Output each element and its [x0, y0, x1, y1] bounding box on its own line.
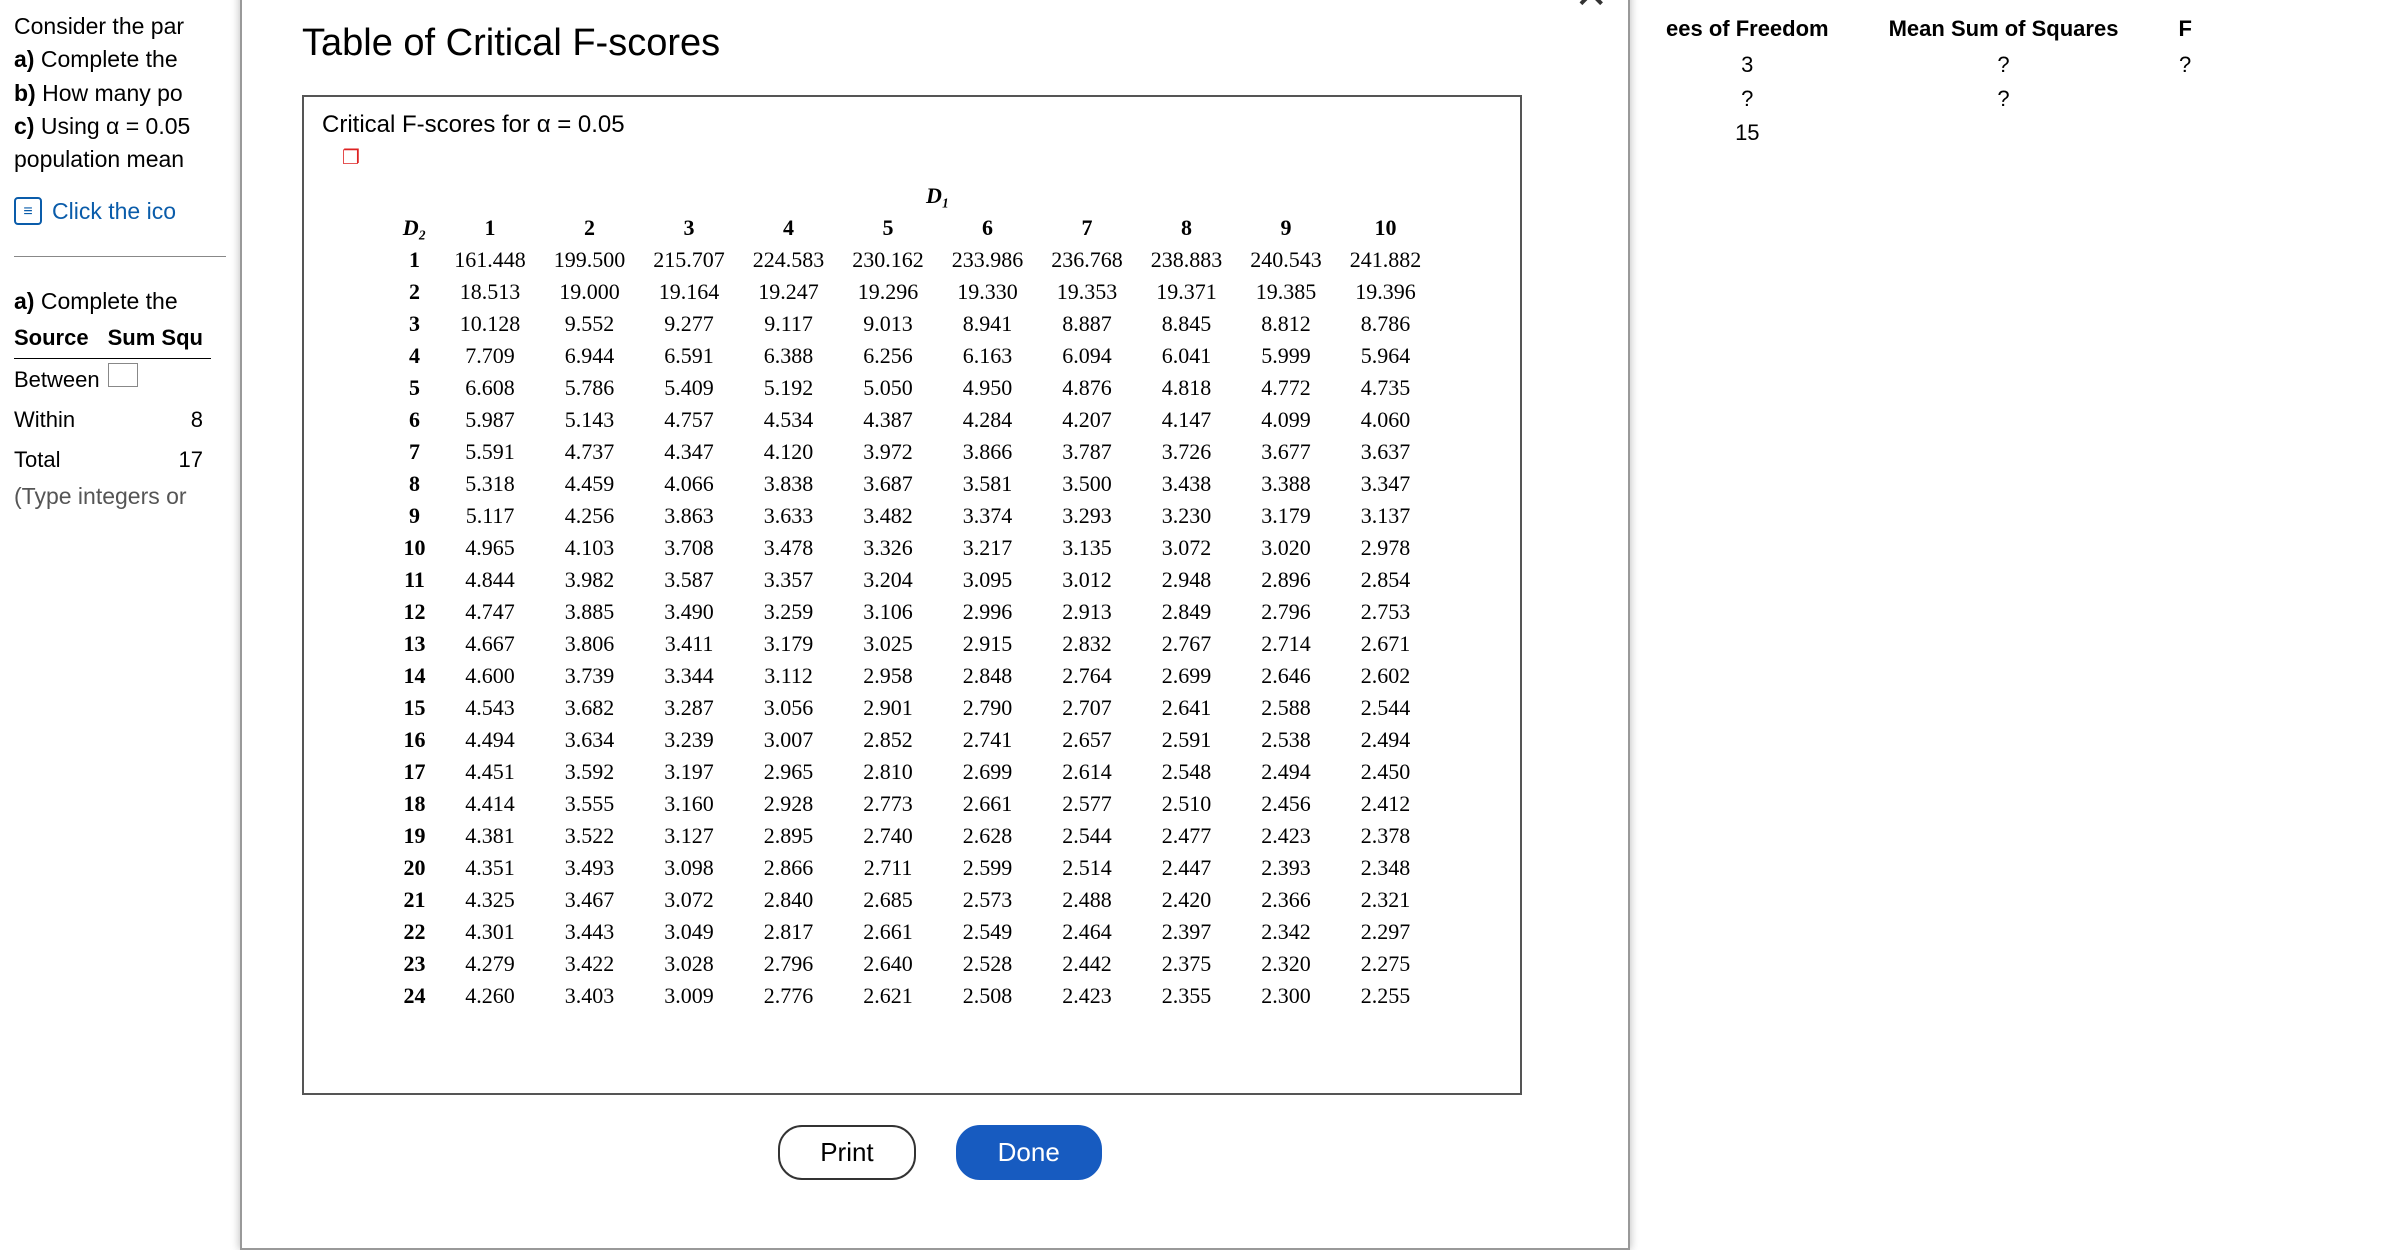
f-col-header: 1	[440, 212, 540, 244]
close-icon[interactable]: ✕	[1574, 0, 1608, 18]
anova-row-between: Between	[14, 359, 211, 400]
f-table-card: Critical F-scores for α = 0.05 ❐ D₁ D₂12…	[302, 95, 1522, 1095]
right-anova-row: 3??	[1636, 48, 2222, 82]
anova-row-within: Within 8	[14, 400, 211, 440]
question-part-a: a) Complete the	[14, 43, 226, 76]
f-col-header: 6	[938, 212, 1038, 244]
f-col-header: 7	[1037, 212, 1137, 244]
f-col-header: 8	[1137, 212, 1237, 244]
f-table-row: 244.2603.4033.0092.7762.6212.5082.4232.3…	[389, 980, 1436, 1012]
f-table-row: 95.1174.2563.8633.6333.4823.3743.2933.23…	[389, 500, 1436, 532]
f-table-row: 134.6673.8063.4113.1793.0252.9152.8322.7…	[389, 628, 1436, 660]
question-part-c: c) Using α = 0.05	[14, 110, 226, 143]
right-anova-row: 15	[1636, 116, 2222, 150]
f-table-row: 164.4943.6343.2393.0072.8522.7412.6572.5…	[389, 724, 1436, 756]
f-col-header: 5	[838, 212, 938, 244]
f-table-row: 104.9654.1033.7083.4783.3263.2173.1353.0…	[389, 532, 1436, 564]
f-table-row: 85.3184.4594.0663.8383.6873.5813.5003.43…	[389, 468, 1436, 500]
anova-header-source: Source	[14, 318, 108, 358]
anova-input-between[interactable]	[108, 363, 138, 387]
f-table-row: 47.7096.9446.5916.3886.2566.1636.0946.04…	[389, 340, 1436, 372]
modal-buttons: Print Done	[302, 1125, 1578, 1180]
f-col-header: 3	[639, 212, 739, 244]
f-table-row: 310.1289.5529.2779.1179.0138.9418.8878.8…	[389, 308, 1436, 340]
f-table-row: 144.6003.7393.3443.1122.9582.8482.7642.6…	[389, 660, 1436, 692]
right-header-f: F	[2148, 10, 2221, 48]
question-intro: Consider the par	[14, 10, 226, 43]
f-table-row: 56.6085.7865.4095.1925.0504.9504.8764.81…	[389, 372, 1436, 404]
right-anova-row: ??	[1636, 82, 2222, 116]
right-header-df: ees of Freedom	[1636, 10, 1859, 48]
f-score-table: D₁ D₂12345678910 1161.448199.500215.7072…	[389, 180, 1436, 1012]
f-table-row: 234.2793.4223.0282.7962.6402.5282.4422.3…	[389, 948, 1436, 980]
modal-title: Table of Critical F-scores	[302, 22, 1578, 65]
part-a-repeat: a) Complete the	[14, 285, 226, 318]
d2-label: D₂	[389, 212, 441, 244]
f-table-row: 124.7473.8853.4903.2593.1062.9962.9132.8…	[389, 596, 1436, 628]
f-table-caption: Critical F-scores for α = 0.05	[322, 111, 1502, 139]
f-table-row: 224.3013.4433.0492.8172.6612.5492.4642.3…	[389, 916, 1436, 948]
f-table-row: 174.4513.5923.1972.9652.8102.6992.6142.5…	[389, 756, 1436, 788]
f-table-row: 1161.448199.500215.707224.583230.162233.…	[389, 244, 1436, 276]
f-table-row: 154.5433.6823.2873.0562.9012.7902.7072.6…	[389, 692, 1436, 724]
question-tail: population mean	[14, 143, 226, 176]
right-anova-panel: ees of Freedom Mean Sum of Squares F 3??…	[1626, 0, 2386, 150]
popout-icon[interactable]: ❐	[342, 145, 1502, 170]
print-button[interactable]: Print	[778, 1125, 915, 1180]
f-col-header: 10	[1336, 212, 1436, 244]
f-table-row: 184.4143.5553.1602.9282.7732.6612.5772.5…	[389, 788, 1436, 820]
f-col-header: 4	[739, 212, 839, 244]
f-table-modal: ✕ Table of Critical F-scores Critical F-…	[240, 0, 1630, 1250]
click-icon-label: Click the ico	[52, 195, 176, 228]
f-table-row: 114.8443.9823.5873.3573.2043.0953.0122.9…	[389, 564, 1436, 596]
anova-table: Source Sum Squ Between Within 8 Total 17	[14, 318, 211, 480]
f-table-row: 75.5914.7374.3474.1203.9723.8663.7873.72…	[389, 436, 1436, 468]
right-header-ms: Mean Sum of Squares	[1859, 10, 2149, 48]
table-icon: ≡	[14, 197, 42, 225]
question-panel: Consider the par a) Complete the b) How …	[0, 0, 240, 523]
f-table-row: 214.3253.4673.0722.8402.6852.5732.4882.4…	[389, 884, 1436, 916]
divider	[14, 256, 226, 257]
f-table-row: 204.3513.4933.0982.8662.7112.5992.5142.4…	[389, 852, 1436, 884]
f-table-row: 194.3813.5223.1272.8952.7402.6282.5442.4…	[389, 820, 1436, 852]
d1-label: D₁	[440, 180, 1435, 212]
f-table-row: 65.9875.1434.7574.5344.3874.2844.2074.14…	[389, 404, 1436, 436]
done-button[interactable]: Done	[956, 1125, 1102, 1180]
type-note: (Type integers or	[14, 480, 226, 513]
right-anova-table: ees of Freedom Mean Sum of Squares F 3??…	[1636, 10, 2222, 150]
click-icon-link[interactable]: ≡ Click the ico	[14, 195, 226, 228]
anova-row-total: Total 17	[14, 440, 211, 480]
f-col-header: 2	[540, 212, 640, 244]
f-col-header: 9	[1236, 212, 1336, 244]
anova-header-sum: Sum Squ	[108, 318, 211, 358]
f-table-row: 218.51319.00019.16419.24719.29619.33019.…	[389, 276, 1436, 308]
question-part-b: b) How many po	[14, 77, 226, 110]
